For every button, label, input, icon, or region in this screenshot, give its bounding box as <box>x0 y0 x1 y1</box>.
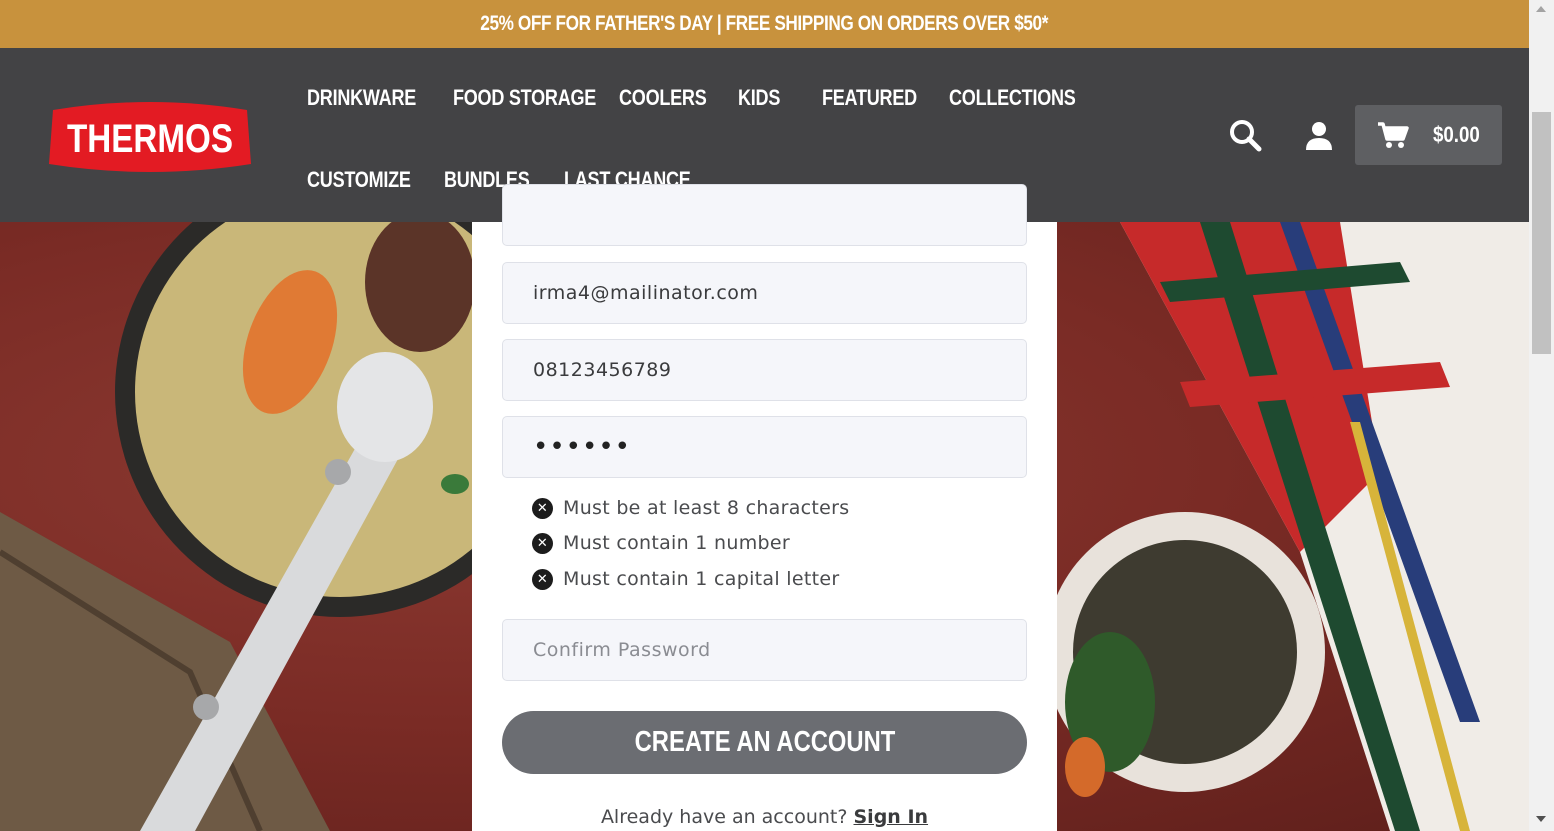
confirm-password-placeholder: Confirm Password <box>533 639 711 661</box>
phone-value: 08123456789 <box>533 359 672 381</box>
logo-text: THERMOS <box>67 117 233 161</box>
close-icon: ✕ <box>532 532 553 554</box>
promo-text: 25% OFF FOR FATHER'S DAY | FREE SHIPPING… <box>480 12 1049 35</box>
scroll-down-arrow-icon[interactable] <box>1536 816 1546 822</box>
nav-customize[interactable]: CUSTOMIZE <box>307 167 433 193</box>
nav-kids[interactable]: KIDS <box>738 85 789 111</box>
nav-coolers[interactable]: COOLERS <box>619 85 726 111</box>
signin-prompt: Already have an account? Sign In <box>600 806 929 828</box>
scroll-up-arrow-icon[interactable] <box>1536 6 1546 12</box>
password-value: •••••• <box>533 432 632 462</box>
nav-featured[interactable]: FEATURED <box>822 85 938 111</box>
email-field[interactable]: irma4@mailinator.com <box>502 262 1027 324</box>
thermos-logo[interactable]: THERMOS <box>45 98 255 176</box>
confirm-password-field[interactable]: Confirm Password <box>502 619 1027 681</box>
signup-form-card: irma4@mailinator.com 08123456789 •••••• … <box>472 184 1057 831</box>
cart-icon <box>1378 122 1409 148</box>
email-value: irma4@mailinator.com <box>533 282 759 304</box>
password-field[interactable]: •••••• <box>502 416 1027 478</box>
user-icon[interactable] <box>1304 120 1334 150</box>
password-rule-length: ✕ Must be at least 8 characters <box>532 497 849 519</box>
create-account-button[interactable]: CREATE AN ACCOUNT <box>502 711 1027 774</box>
cart-total: $0.00 <box>1433 122 1480 147</box>
name-field[interactable] <box>502 184 1027 246</box>
cart-button[interactable]: $0.00 <box>1355 105 1502 165</box>
close-icon: ✕ <box>532 568 553 590</box>
password-rule-number: ✕ Must contain 1 number <box>532 532 790 554</box>
scrollbar-thumb[interactable] <box>1532 112 1551 354</box>
nav-collections[interactable]: COLLECTIONS <box>949 85 1103 111</box>
search-icon[interactable] <box>1228 118 1262 152</box>
nav-drinkware[interactable]: DRINKWARE <box>307 85 440 111</box>
phone-field[interactable]: 08123456789 <box>502 339 1027 401</box>
close-icon: ✕ <box>532 497 553 519</box>
password-rule-capital: ✕ Must contain 1 capital letter <box>532 568 839 590</box>
nav-food-storage[interactable]: FOOD STORAGE <box>453 85 627 111</box>
promo-banner: 25% OFF FOR FATHER'S DAY | FREE SHIPPING… <box>0 0 1529 48</box>
signin-link[interactable]: Sign In <box>854 806 929 828</box>
